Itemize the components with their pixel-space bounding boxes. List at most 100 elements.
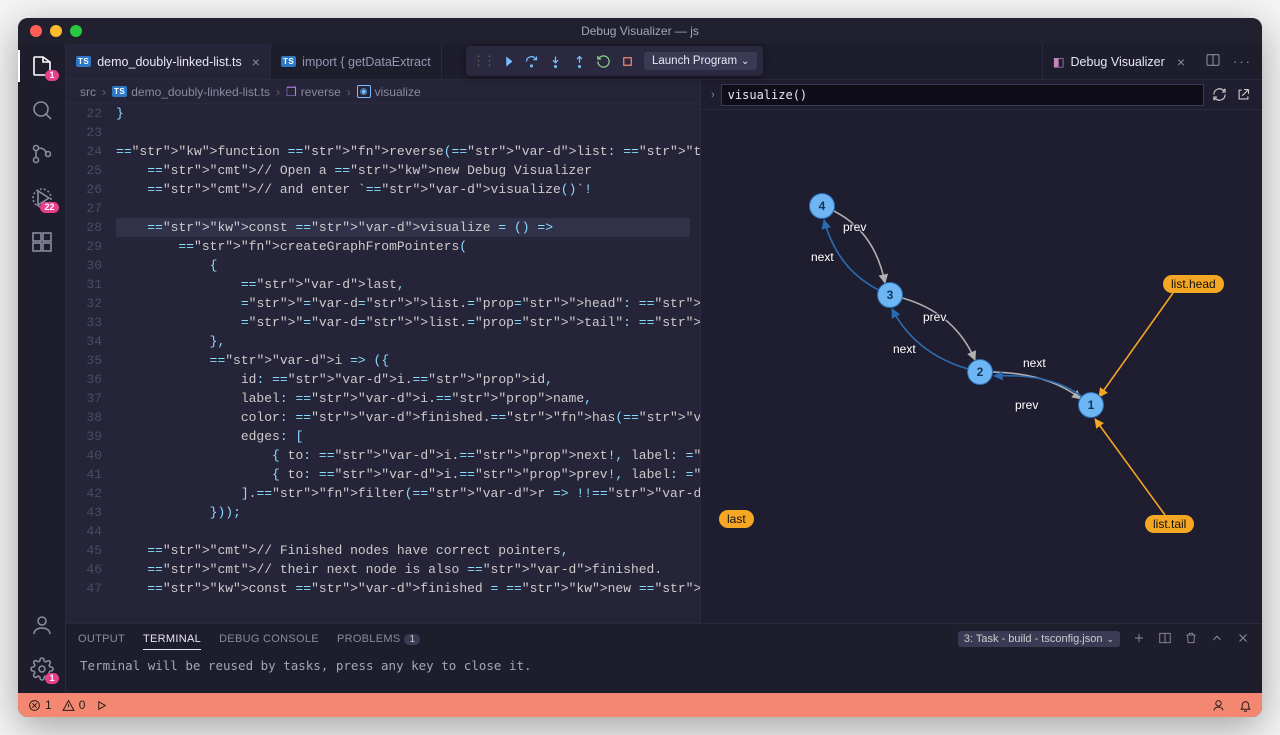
breadcrumb-symbol[interactable]: ◉ visualize (357, 85, 421, 99)
visualizer-canvas[interactable]: 4321prevnextprevnextnextprevlastlist.hea… (701, 110, 1262, 623)
panel-tab-problems[interactable]: PROBLEMS 1 (337, 633, 420, 645)
debug-badge: 22 (40, 202, 58, 213)
status-errors-count: 1 (45, 698, 52, 712)
activity-bar: 1 22 (18, 44, 66, 693)
debug-icon[interactable]: 22 (30, 186, 54, 210)
edge-label: prev (923, 310, 946, 324)
window-close-icon[interactable] (30, 25, 42, 37)
drag-grip-icon[interactable]: ⋮⋮ (472, 53, 494, 69)
explorer-badge: 1 (45, 70, 58, 81)
new-terminal-icon[interactable] (1132, 631, 1146, 648)
tab-label: import { getDataExtract (302, 55, 431, 69)
panel-tab-output[interactable]: OUTPUT (78, 633, 125, 645)
status-notifications-icon[interactable] (1239, 699, 1252, 712)
titlebar: Debug Visualizer — js (18, 18, 1262, 44)
breadcrumb-file-label: demo_doubly-linked-list.ts (131, 85, 270, 99)
more-actions-icon[interactable]: ··· (1233, 54, 1252, 69)
breadcrumb-src[interactable]: src (80, 85, 96, 99)
panel-tab-debug-console[interactable]: DEBUG CONSOLE (219, 633, 319, 645)
terminal-output[interactable]: Terminal will be reused by tasks, press … (66, 654, 1262, 693)
graph-node[interactable]: 1 (1078, 392, 1104, 418)
continue-icon[interactable] (496, 48, 518, 74)
graph-node[interactable]: 3 (877, 282, 903, 308)
cube-icon: ❒ (286, 85, 297, 99)
bottom-panel: OUTPUT TERMINAL DEBUG CONSOLE PROBLEMS 1… (66, 623, 1262, 693)
explorer-icon[interactable]: 1 (30, 54, 54, 78)
terminal-selector-dropdown[interactable]: 3: Task - build - tsconfig.json ⌄ (958, 631, 1120, 647)
debug-toolbar[interactable]: ⋮⋮ Launch Program ⌄ (466, 46, 763, 76)
tab-debug-visualizer[interactable]: ◧ Debug Visualizer × (1042, 44, 1195, 79)
popout-icon[interactable] (1234, 86, 1252, 104)
edge-label: next (893, 342, 916, 356)
code-content[interactable]: } =="str">"kw">function =="str">"fn">rev… (116, 104, 700, 623)
step-over-icon[interactable] (520, 48, 542, 74)
settings-gear-icon[interactable]: 1 (30, 657, 54, 681)
symbol-constant-icon: ◉ (357, 85, 371, 98)
code-editor[interactable]: 2223242526272829303132333435363738394041… (66, 104, 700, 623)
pointer-label: list.tail (1145, 515, 1194, 533)
graph-node[interactable]: 4 (809, 193, 835, 219)
status-errors[interactable]: 1 (28, 698, 52, 712)
window-minimize-icon[interactable] (50, 25, 62, 37)
graph-node[interactable]: 2 (967, 359, 993, 385)
close-panel-icon[interactable] (1236, 631, 1250, 648)
maximize-panel-icon[interactable] (1210, 631, 1224, 648)
step-out-icon[interactable] (568, 48, 590, 74)
panel-tab-problems-label: PROBLEMS (337, 633, 401, 645)
step-into-icon[interactable] (544, 48, 566, 74)
status-run-task-icon[interactable] (95, 699, 108, 712)
tab-label: demo_doubly-linked-list.ts (97, 55, 242, 69)
ts-file-icon: TS (112, 86, 127, 97)
tab-demo-file[interactable]: TS demo_doubly-linked-list.ts × (66, 44, 271, 79)
edge-label: prev (1015, 398, 1038, 412)
stop-icon[interactable] (616, 48, 638, 74)
search-icon[interactable] (30, 98, 54, 122)
status-feedback-icon[interactable] (1212, 699, 1225, 712)
ts-file-icon: TS (281, 56, 296, 67)
line-number-gutter: 2223242526272829303132333435363738394041… (66, 104, 116, 623)
launch-config-label: Launch Program (652, 55, 737, 67)
breadcrumb[interactable]: src › TS demo_doubly-linked-list.ts › ❒ … (66, 80, 700, 104)
extensions-icon[interactable] (30, 230, 54, 254)
breadcrumb-symbol-label: visualize (375, 85, 421, 99)
kill-terminal-icon[interactable] (1184, 631, 1198, 648)
window-title: Debug Visualizer — js (18, 24, 1262, 38)
breadcrumb-fn[interactable]: ❒ reverse (286, 85, 341, 99)
split-editor-icon[interactable] (1205, 52, 1221, 71)
restart-icon[interactable] (592, 48, 614, 74)
tab-close-icon[interactable]: × (252, 54, 260, 70)
editor-pane: src › TS demo_doubly-linked-list.ts › ❒ … (66, 80, 700, 623)
tab-close-icon[interactable]: × (1177, 54, 1185, 70)
settings-badge: 1 (45, 673, 58, 684)
breadcrumb-fn-label: reverse (301, 85, 341, 99)
tab-label: Debug Visualizer (1071, 55, 1165, 69)
visualizer-toolbar: › (701, 80, 1262, 110)
chevron-right-icon: › (102, 85, 106, 99)
window-zoom-icon[interactable] (70, 25, 82, 37)
panel-tab-terminal[interactable]: TERMINAL (143, 633, 201, 650)
chevron-right-icon: › (347, 85, 351, 99)
refresh-icon[interactable] (1210, 86, 1228, 104)
edge-label: next (811, 250, 834, 264)
visualizer-expression-input[interactable] (721, 84, 1204, 106)
chevron-right-icon: › (276, 85, 280, 99)
status-warnings-count: 0 (79, 698, 86, 712)
terminal-selector-label: 3: Task - build - tsconfig.json (964, 633, 1103, 645)
debug-visualizer-extension-icon: ◧ (1053, 54, 1065, 69)
source-control-icon[interactable] (30, 142, 54, 166)
pointer-label: last (719, 510, 754, 528)
account-icon[interactable] (30, 613, 54, 637)
status-warnings[interactable]: 0 (62, 698, 86, 712)
split-terminal-icon[interactable] (1158, 631, 1172, 648)
app-window: Debug Visualizer — js 1 22 (18, 18, 1262, 717)
debug-visualizer-pane: › 4 3 2 1 prev next prev next (700, 80, 1262, 623)
editor-tabs-row: TS demo_doubly-linked-list.ts × TS impor… (66, 44, 1262, 80)
problems-count-badge: 1 (404, 634, 420, 645)
pointer-label: list.head (1163, 275, 1224, 293)
status-bar: 1 0 (18, 693, 1262, 717)
breadcrumb-file[interactable]: TS demo_doubly-linked-list.ts (112, 85, 270, 99)
chevron-right-icon[interactable]: › (711, 89, 715, 101)
tab-secondary[interactable]: TS import { getDataExtract (271, 44, 442, 79)
launch-config-dropdown[interactable]: Launch Program ⌄ (644, 52, 757, 70)
edge-label: prev (843, 220, 866, 234)
